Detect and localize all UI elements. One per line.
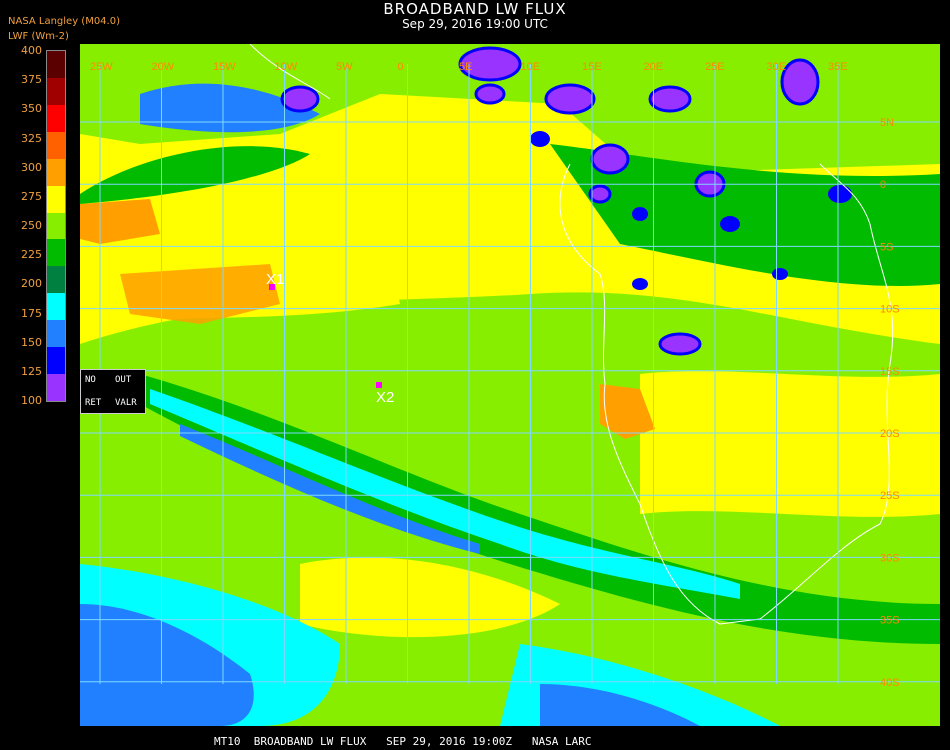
legend-swatch: [47, 158, 65, 187]
lon-label: 15W: [213, 61, 236, 73]
legend-tick-label: 250: [21, 219, 42, 232]
legend-tick-label: 275: [21, 189, 42, 203]
legend-swatch: [47, 293, 65, 321]
map-title: BROADBAND LW FLUX: [383, 0, 567, 18]
lon-label: 20W: [152, 61, 175, 73]
control-out-button[interactable]: OUT: [115, 375, 131, 385]
legend-tick-label: 300: [21, 160, 42, 174]
control-ret-button[interactable]: RET: [85, 398, 101, 408]
control-box: NO OUT RET VALR: [80, 369, 146, 414]
lon-label: 35E: [828, 61, 848, 73]
legend-tick-label: 375: [21, 73, 42, 87]
legend-swatch: [47, 51, 65, 79]
color-legend-bar: [46, 50, 66, 402]
footer-text: MT10 BROADBAND LW FLUX SEP 29, 2016 19:0…: [214, 735, 592, 748]
legend-swatch: [47, 374, 65, 402]
lon-label: 15E: [582, 61, 602, 73]
lat-label: 5S: [880, 241, 893, 253]
lon-label: 25E: [705, 61, 725, 73]
legend-swatch: [47, 212, 65, 240]
legend-tick-label: 125: [21, 364, 42, 378]
lon-label: 10W: [275, 61, 298, 73]
lat-label: 15S: [880, 366, 900, 378]
marker-x2-label: X2: [376, 389, 394, 406]
legend-tick-label: 175: [21, 306, 42, 320]
legend-tick-label: 100: [21, 394, 42, 407]
lon-label: 0: [398, 61, 404, 73]
lat-label: 30S: [880, 552, 900, 564]
lon-label: 25W: [90, 61, 113, 73]
legend-tick-label: 200: [21, 277, 42, 291]
marker-x1-label: X1: [266, 271, 284, 288]
source-label: NASA Langley (M04.0): [8, 16, 120, 27]
legend-tick-label: 350: [21, 102, 42, 116]
units-label: LWF (Wm-2): [8, 31, 69, 42]
lon-label: 30E: [767, 61, 787, 73]
legend-swatch: [47, 104, 65, 133]
flux-map-canvas: 25W 20W 15W 10W 5W 0 5E 10E 15E 20E 25E 30E 35E 5N 0 5S…: [80, 44, 940, 726]
legend-swatch: [47, 131, 65, 160]
lat-label: 35S: [880, 615, 900, 627]
legend-tick-label: 150: [21, 335, 42, 349]
legend-swatch: [47, 347, 65, 375]
legend-swatch: [47, 77, 65, 106]
lat-label: 25S: [880, 490, 900, 502]
control-valr-button[interactable]: VALR: [115, 398, 137, 408]
flux-map[interactable]: 25W 20W 15W 10W 5W 0 5E 10E 15E 20E 25E 30E 35E 5N 0 5S…: [80, 44, 940, 726]
lat-label: 20S: [880, 428, 900, 440]
lat-label: 0: [880, 179, 886, 191]
legend-swatch: [47, 320, 65, 348]
legend-tick-label: 400: [21, 44, 42, 57]
lon-label: 5E: [459, 61, 472, 73]
control-no-button[interactable]: NO: [85, 375, 96, 385]
legend-swatch: [47, 239, 65, 267]
lon-label: 5W: [336, 61, 353, 73]
marker-x2[interactable]: [376, 382, 382, 388]
lon-label: 10E: [521, 61, 541, 73]
legend-tick-label: 325: [21, 131, 42, 145]
map-datetime: Sep 29, 2016 19:00 UTC: [402, 17, 548, 31]
legend-swatch: [47, 266, 65, 294]
lat-label: 10S: [880, 304, 900, 316]
lon-label: 20E: [644, 61, 664, 73]
legend-tick-label: 225: [21, 248, 42, 262]
legend-swatch: [47, 185, 65, 214]
lat-label: 40S: [880, 677, 900, 689]
lat-label: 5N: [880, 117, 894, 129]
